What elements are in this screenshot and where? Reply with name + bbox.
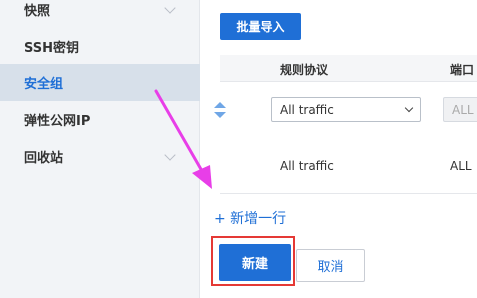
row-divider — [220, 193, 477, 194]
protocol-select[interactable]: All traffic — [271, 97, 421, 122]
column-header-port: 端口 — [450, 63, 475, 77]
rules-table: 规则协议 端口 — [220, 55, 477, 194]
annotation-arrow-icon — [154, 89, 212, 189]
sidebar-item-label: 快照 — [24, 4, 51, 19]
protocol-select-value: All traffic — [280, 102, 334, 117]
port-input[interactable]: ALL — [443, 97, 477, 122]
highlight-annotation — [211, 236, 295, 286]
cancel-button[interactable]: 取消 — [296, 249, 365, 282]
table-header: 规则协议 端口 — [220, 55, 477, 82]
sidebar-item-label: SSH密钥 — [24, 41, 80, 56]
sidebar-item-label: 弹性公网IP — [24, 114, 91, 129]
sidebar-item-ssh-keys[interactable]: SSH密钥 — [0, 28, 200, 65]
main-panel: 批量导入 规则协议 端口 All traffic ALL All traffic… — [201, 0, 477, 298]
table-cell-protocol: All traffic — [280, 159, 334, 173]
chevron-down-icon — [164, 1, 176, 14]
column-header-protocol: 规则协议 — [280, 63, 329, 77]
batch-import-button[interactable]: 批量导入 — [220, 13, 301, 40]
port-input-value: ALL — [452, 102, 474, 117]
table-cell-port: ALL — [450, 159, 472, 173]
caret-down-icon — [404, 103, 414, 113]
add-row-link[interactable]: + 新增一行 — [214, 208, 286, 228]
sidebar-item-label: 回收站 — [24, 151, 64, 166]
sidebar-item-snapshot[interactable]: 快照 — [0, 0, 200, 28]
sidebar-item-label: 安全组 — [24, 77, 64, 92]
